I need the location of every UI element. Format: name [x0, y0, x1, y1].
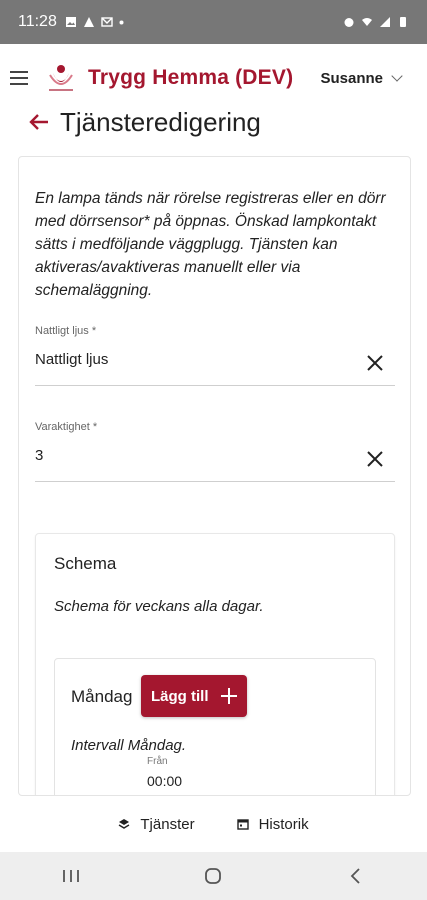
name-field-value[interactable]: Nattligt ljus: [35, 351, 395, 375]
add-interval-label: Lägg till: [151, 687, 209, 705]
status-time: 11:28: [18, 13, 57, 30]
schedule-title: Schema: [54, 554, 117, 573]
nav-services[interactable]: Tjänster: [118, 815, 195, 833]
name-field[interactable]: Nattligt ljus * Nattligt ljus: [35, 325, 395, 386]
menu-icon[interactable]: [10, 71, 28, 85]
alarm-icon: [344, 18, 354, 27]
status-bar: 11:28: [0, 0, 427, 44]
schedule-description: Schema för veckans alla dagar.: [54, 598, 264, 615]
from-time-input[interactable]: 00:00: [147, 773, 182, 789]
add-interval-button[interactable]: Lägg till: [141, 675, 247, 717]
service-edit-card: En lampa tänds när rörelse registreras e…: [18, 156, 411, 796]
logo-icon: [49, 65, 73, 91]
chevron-down-icon: [391, 70, 403, 82]
day-name: Måndag: [71, 687, 133, 706]
bottom-navigation: Tjänster Historik: [0, 796, 427, 852]
from-label: Från: [147, 756, 168, 767]
user-menu[interactable]: Susanne: [320, 69, 403, 87]
duration-field-underline: [35, 481, 395, 482]
app-bar: Trygg Hemma (DEV) Susanne: [0, 44, 427, 112]
calendar-icon: [236, 819, 249, 830]
battery-icon: [400, 17, 406, 27]
day-card: Måndag Lägg till Intervall Måndag. Från …: [54, 658, 376, 795]
app-title: Trygg Hemma (DEV): [88, 66, 294, 89]
recent-apps-icon: [63, 870, 80, 882]
back-icon: [350, 868, 360, 884]
close-icon[interactable]: [365, 449, 385, 469]
service-description: En lampa tänds när rörelse registreras e…: [35, 190, 386, 299]
image-icon: [65, 17, 76, 27]
duration-field-label: Varaktighet *: [35, 421, 98, 433]
recent-apps-button[interactable]: [51, 861, 91, 891]
schedule-section: Schema Schema för veckans alla dagar. Må…: [35, 533, 395, 795]
nav-history[interactable]: Historik: [236, 815, 309, 833]
dot-icon: [119, 20, 124, 24]
wifi-icon: [362, 18, 372, 26]
back-arrow-icon[interactable]: [28, 111, 50, 133]
notification-icons: [65, 16, 124, 28]
interval-label: Intervall Måndag.: [71, 737, 187, 754]
close-icon[interactable]: [365, 353, 385, 373]
page-title: Tjänsteredigering: [60, 106, 261, 137]
user-name: Susanne: [320, 69, 383, 87]
system-icons: [343, 16, 409, 28]
page-header: Tjänsteredigering: [28, 104, 261, 140]
back-button[interactable]: [336, 861, 376, 891]
home-icon: [205, 868, 222, 884]
signal-icon: [380, 17, 390, 27]
home-button[interactable]: [193, 861, 233, 891]
duration-field-value[interactable]: 3: [35, 447, 395, 471]
layers-icon: [119, 819, 130, 829]
mail-icon: [101, 17, 113, 27]
plus-icon: [220, 688, 237, 704]
system-navigation-bar: [0, 852, 427, 900]
duration-field[interactable]: Varaktighet * 3: [35, 421, 395, 482]
nav-services-label: Tjänster: [140, 815, 195, 833]
name-field-underline: [35, 385, 395, 386]
name-field-label: Nattligt ljus *: [35, 325, 97, 337]
nav-history-label: Historik: [258, 815, 309, 833]
warning-icon: [83, 17, 94, 27]
